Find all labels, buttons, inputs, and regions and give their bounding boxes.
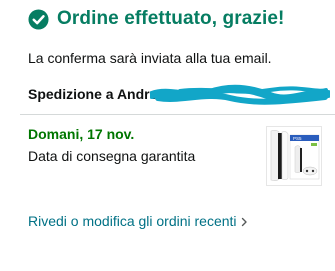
order-header: Ordine effettuato, grazie! — [28, 8, 284, 30]
confirmation-message: La conferma sarà inviata alla tua email. — [28, 50, 272, 66]
review-recent-orders-label: Rivedi o modifica gli ordini recenti — [28, 213, 237, 229]
product-thumbnail[interactable]: PS5 — [266, 126, 322, 186]
chevron-right-icon — [241, 217, 247, 227]
order-confirmation-panel: Ordine effettuato, grazie! La conferma s… — [0, 0, 335, 271]
svg-text:PS5: PS5 — [293, 136, 302, 141]
check-circle-icon — [28, 8, 49, 30]
ps5-console-icon: PS5 — [267, 127, 321, 185]
section-divider — [20, 114, 335, 115]
review-recent-orders-link[interactable]: Rivedi o modifica gli ordini recenti — [28, 213, 248, 229]
page-title: Ordine effettuato, grazie! — [57, 8, 285, 29]
delivery-date: Domani, 17 nov. — [28, 126, 135, 142]
redaction-scribble — [150, 84, 330, 105]
delivery-guarantee-note: Data di consegna garantita — [28, 148, 196, 164]
